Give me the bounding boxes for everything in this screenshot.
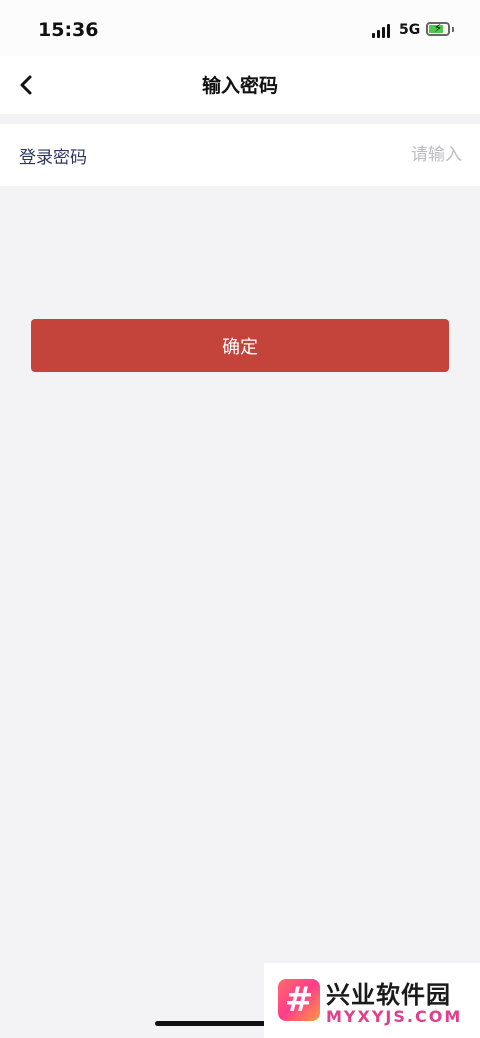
status-bar: 15:36 5G ⚡	[0, 0, 480, 56]
password-label: 登录密码	[19, 148, 87, 168]
watermark-domain: MYXYJS.COM	[326, 1007, 463, 1026]
page-title: 输入密码	[201, 75, 278, 97]
cellular-signal-icon	[372, 24, 392, 38]
watermark: # 兴业软件园 MYXYJS.COM	[264, 963, 480, 1038]
navigation-bar: 输入密码	[0, 56, 480, 114]
battery-cap	[452, 27, 454, 32]
password-row: 登录密码	[0, 124, 480, 186]
watermark-name: 兴业软件园	[326, 981, 451, 1009]
battery-icon: ⚡	[426, 22, 450, 36]
charging-bolt-icon: ⚡	[433, 22, 443, 35]
status-time: 15:36	[38, 19, 99, 41]
confirm-button[interactable]: 确定	[31, 319, 449, 372]
network-type: 5G	[399, 22, 421, 38]
password-input[interactable]	[202, 139, 462, 171]
watermark-logo: #	[278, 979, 320, 1021]
